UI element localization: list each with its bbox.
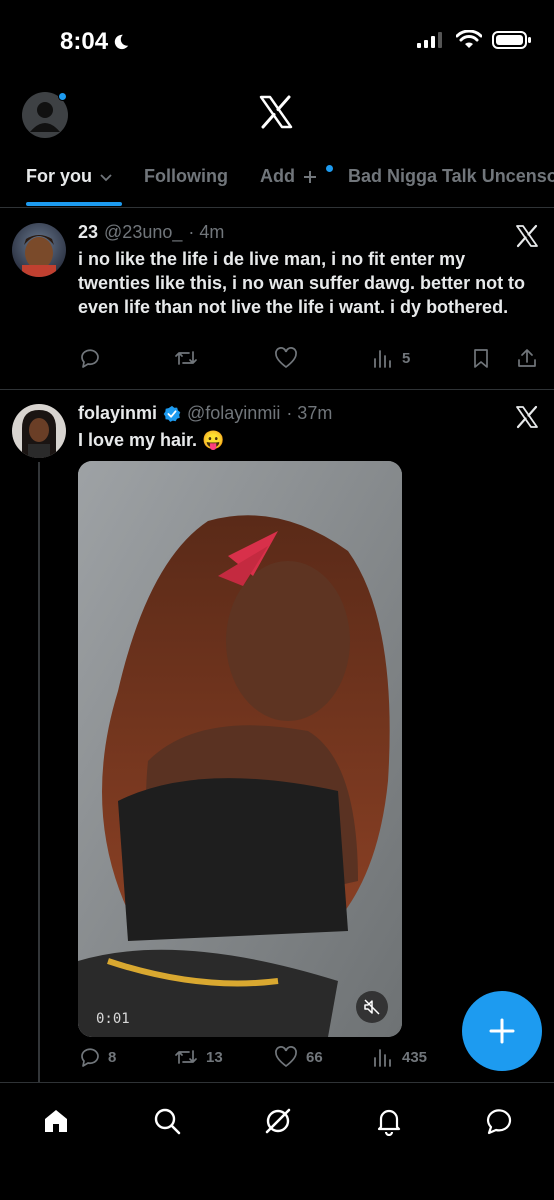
notifications-icon <box>377 1109 401 1136</box>
reposts-count: 13 <box>206 1048 223 1066</box>
grok-icon <box>265 1108 291 1134</box>
search-icon <box>154 1108 181 1135</box>
nav-grok[interactable] <box>258 1101 298 1141</box>
compose-plus-icon <box>489 1018 515 1044</box>
post-actions: 5 <box>78 347 544 373</box>
views-button[interactable]: 5 <box>372 347 410 369</box>
views-count: 435 <box>402 1048 428 1066</box>
avatar-photo <box>12 404 66 458</box>
tab-label: Following <box>144 166 228 186</box>
close-x-icon[interactable] <box>514 404 540 430</box>
video-player[interactable]: 0:01 <box>78 461 402 1037</box>
avatar-photo <box>12 223 66 277</box>
reply-button[interactable] <box>78 347 100 369</box>
bottom-nav <box>0 1082 554 1200</box>
nav-messages[interactable] <box>479 1101 519 1141</box>
bookmark-icon <box>474 349 488 368</box>
timeline-tabs: For you Following Add Bad Nigga Talk Unc… <box>0 150 554 208</box>
author-handle[interactable]: @23uno_ <box>104 222 182 243</box>
repost-icon <box>175 1050 197 1064</box>
author-handle[interactable]: @folayinmii <box>187 403 280 424</box>
reply-button[interactable]: 8 <box>78 1046 116 1068</box>
post-header: 23 @23uno_ · 4m <box>78 222 224 243</box>
views-icon <box>374 1049 391 1067</box>
author-avatar[interactable] <box>12 223 66 277</box>
nav-notifications[interactable] <box>369 1101 409 1141</box>
tab-for-you[interactable]: For you <box>26 166 114 187</box>
post-text-body: I love my hair. <box>78 430 198 450</box>
nav-home[interactable] <box>36 1101 76 1141</box>
notification-dot <box>58 92 67 101</box>
home-icon <box>45 1110 67 1132</box>
clock: 8:04 <box>60 28 109 55</box>
mute-button[interactable] <box>356 991 388 1023</box>
messages-icon <box>486 1109 512 1135</box>
replies-count: 8 <box>108 1048 117 1066</box>
status-icons <box>416 30 532 50</box>
battery-icon <box>492 31 531 49</box>
x-logo-icon[interactable] <box>258 94 294 130</box>
repost-button[interactable]: 13 <box>174 1046 223 1068</box>
post-time: · 4m <box>188 222 225 242</box>
reply-icon <box>81 349 99 368</box>
signal-icon <box>417 32 442 48</box>
like-icon <box>275 347 297 369</box>
chevron-down-icon <box>100 173 112 181</box>
status-time: 8:04 <box>60 28 130 56</box>
share-button[interactable] <box>516 347 538 369</box>
post-time: · 37m <box>286 403 333 423</box>
nav-search[interactable] <box>147 1101 187 1141</box>
video-frame <box>78 461 402 1037</box>
tab-label: Add <box>260 166 295 186</box>
active-tab-indicator <box>26 202 122 206</box>
app-header <box>0 84 554 150</box>
moon-icon <box>114 34 129 50</box>
post-item[interactable]: 23 @23uno_ · 4m i no like the life i de … <box>0 208 554 389</box>
author-avatar[interactable] <box>12 404 66 458</box>
reply-icon <box>81 1048 99 1067</box>
post-text: I love my hair. 😛 <box>78 428 538 452</box>
views-icon <box>374 350 391 368</box>
tab-add[interactable]: Add <box>260 166 319 187</box>
like-button[interactable] <box>274 347 298 369</box>
tab-label: Bad Nigga Talk Uncensored <box>348 166 554 186</box>
plus-icon <box>304 170 316 183</box>
video-timestamp: 0:01 <box>96 1011 130 1027</box>
mute-icon <box>364 999 380 1015</box>
new-indicator-dot <box>326 165 333 172</box>
post-header: folayinmi @folayinmii · 37m <box>78 403 332 424</box>
views-button[interactable]: 435 <box>372 1046 427 1068</box>
tab-community[interactable]: Bad Nigga Talk Uncensored <box>348 166 554 187</box>
verified-badge-icon <box>163 405 181 422</box>
share-icon <box>518 349 536 367</box>
tab-following[interactable]: Following <box>144 166 228 187</box>
wifi-icon <box>456 30 482 48</box>
repost-icon <box>175 351 197 365</box>
repost-button[interactable] <box>174 347 198 369</box>
tab-label: For you <box>26 166 92 186</box>
likes-count: 66 <box>306 1048 323 1066</box>
tongue-emoji: 😛 <box>202 430 225 450</box>
compose-button[interactable] <box>462 991 542 1071</box>
status-bar: 8:04 <box>0 0 554 84</box>
views-count: 5 <box>402 349 411 367</box>
like-icon <box>275 1046 297 1068</box>
bookmark-button[interactable] <box>470 347 492 369</box>
author-name[interactable]: folayinmi <box>78 403 157 424</box>
like-button[interactable]: 66 <box>274 1046 323 1068</box>
close-x-icon[interactable] <box>514 223 540 249</box>
post-text: i no like the life i de live man, i no f… <box>78 249 526 317</box>
author-name[interactable]: 23 <box>78 222 98 243</box>
